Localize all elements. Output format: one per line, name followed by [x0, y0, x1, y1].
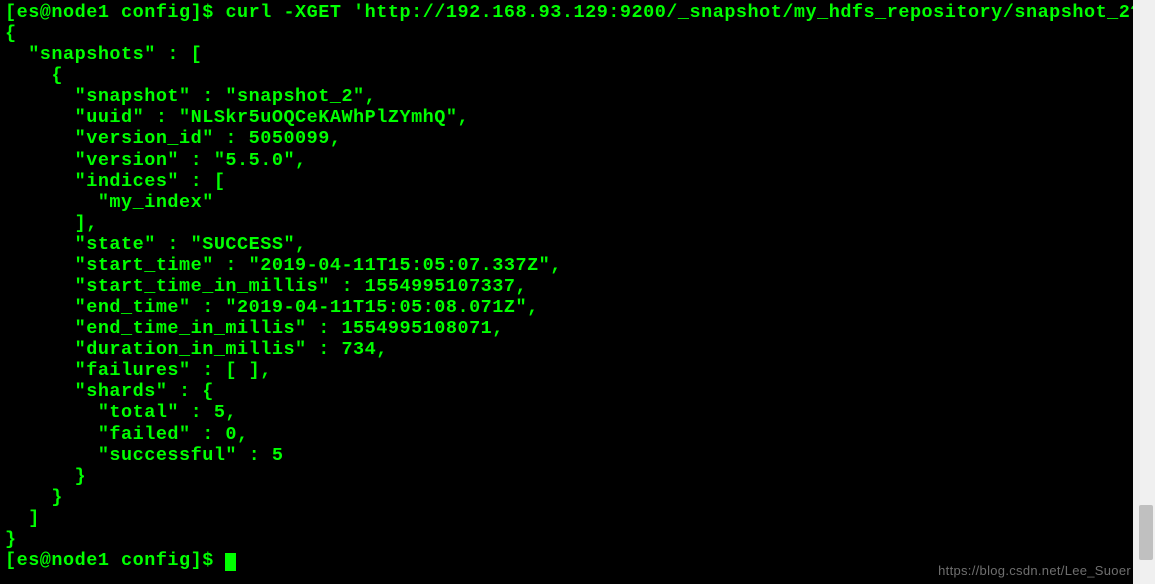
- terminal-window[interactable]: [es@node1 config]$ curl -XGET 'http://19…: [0, 0, 1133, 584]
- output-line: {: [5, 65, 63, 86]
- output-line: "shards" : {: [5, 381, 214, 402]
- output-line: ],: [5, 213, 98, 234]
- output-line: "version_id" : 5050099,: [5, 128, 341, 149]
- cursor-icon: [225, 553, 236, 571]
- output-line: "indices" : [: [5, 171, 225, 192]
- output-line: "end_time" : "2019-04-11T15:05:08.071Z",: [5, 297, 539, 318]
- output-line: "end_time_in_millis" : 1554995108071,: [5, 318, 504, 339]
- scrollbar-thumb[interactable]: [1139, 505, 1153, 560]
- output-line: "total" : 5,: [5, 402, 237, 423]
- output-line: "successful" : 5: [5, 445, 283, 466]
- output-line: "snapshot" : "snapshot_2",: [5, 86, 376, 107]
- output-line: "snapshots" : [: [5, 44, 202, 65]
- output-line: "my_index": [5, 192, 214, 213]
- shell-prompt: [es@node1 config]$: [5, 2, 225, 23]
- output-line: "failed" : 0,: [5, 424, 249, 445]
- scrollbar-track[interactable]: [1133, 0, 1155, 584]
- watermark-text: https://blog.csdn.net/Lee_Suoer: [938, 563, 1131, 578]
- shell-prompt: [es@node1 config]$: [5, 550, 225, 571]
- output-line: {: [5, 23, 17, 44]
- shell-command: curl -XGET 'http://192.168.93.129:9200/_…: [225, 2, 1133, 23]
- output-line: "failures" : [ ],: [5, 360, 272, 381]
- output-line: }: [5, 487, 63, 508]
- output-line: }: [5, 466, 86, 487]
- output-line: }: [5, 529, 17, 550]
- output-line: "version" : "5.5.0",: [5, 150, 307, 171]
- output-line: "uuid" : "NLSkr5uOQCeKAWhPlZYmhQ",: [5, 107, 469, 128]
- output-line: ]: [5, 508, 40, 529]
- output-line: "start_time_in_millis" : 1554995107337,: [5, 276, 527, 297]
- output-line: "start_time" : "2019-04-11T15:05:07.337Z…: [5, 255, 562, 276]
- output-line: "state" : "SUCCESS",: [5, 234, 307, 255]
- output-line: "duration_in_millis" : 734,: [5, 339, 388, 360]
